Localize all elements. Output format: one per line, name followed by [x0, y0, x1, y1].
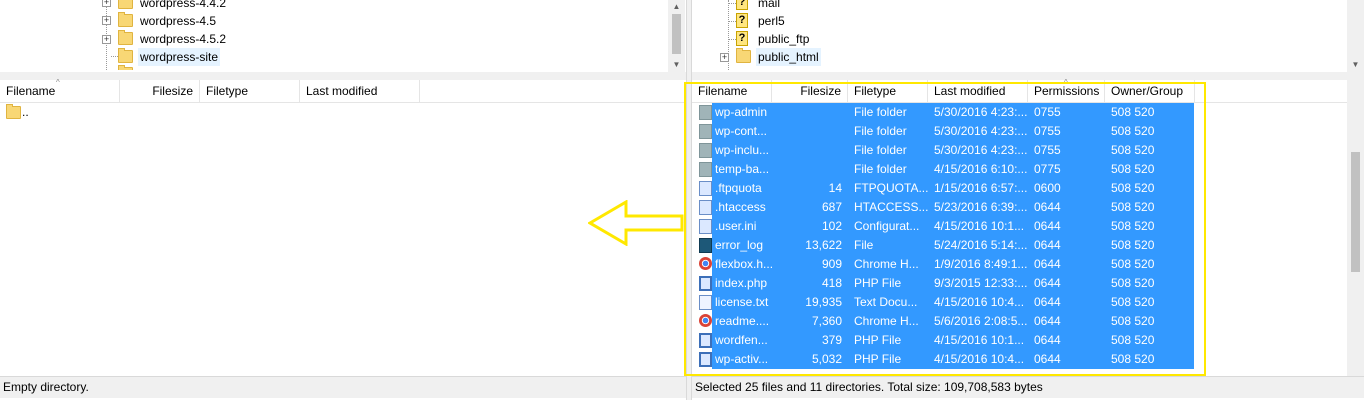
- column-header-filename[interactable]: Filename: [0, 80, 120, 102]
- column-header-last-modified[interactable]: Last modified: [300, 80, 420, 102]
- column-header-filesize[interactable]: Filesize: [120, 80, 200, 102]
- scroll-down-arrow-icon[interactable]: ▼: [668, 56, 685, 73]
- tree-guide-line: [728, 21, 736, 22]
- remote-tree-scrollbar[interactable]: ▼: [1347, 0, 1364, 72]
- folder-icon: [118, 0, 133, 9]
- folder-icon: [736, 48, 751, 63]
- remote-status-bar: Selected 25 files and 11 directories. To…: [692, 376, 1364, 398]
- folder-icon: [118, 30, 133, 45]
- expand-plus-icon[interactable]: +: [102, 35, 111, 44]
- scrollbar-thumb[interactable]: [672, 14, 681, 54]
- horizontal-splitter[interactable]: [0, 72, 1364, 80]
- remote-list-scrollbar[interactable]: [1347, 80, 1364, 376]
- left-arrow-icon: [588, 200, 684, 246]
- remote-directory-tree[interactable]: ? mail ? perl5 ? public_ftp + public_htm…: [692, 0, 1358, 70]
- unknown-folder-icon: ?: [736, 0, 748, 10]
- folder-icon: [118, 48, 133, 63]
- scroll-down-arrow-icon[interactable]: ▼: [1347, 56, 1364, 73]
- local-status-bar: Empty directory.: [0, 376, 686, 398]
- expand-plus-icon[interactable]: +: [102, 0, 111, 7]
- expand-plus-icon[interactable]: +: [102, 16, 111, 25]
- tree-guide-line: [111, 56, 118, 57]
- highlight-box: [684, 82, 1206, 376]
- column-header-filetype[interactable]: Filetype: [200, 80, 300, 102]
- tree-guide-line: [728, 3, 736, 4]
- unknown-folder-icon: ?: [736, 31, 748, 46]
- scrollbar-thumb[interactable]: [1351, 152, 1360, 272]
- unknown-folder-icon: ?: [736, 13, 748, 28]
- folder-icon: [6, 104, 21, 119]
- local-tree-scrollbar[interactable]: ▲ ▼: [668, 0, 685, 72]
- folder-icon: [118, 12, 133, 27]
- scroll-up-arrow-icon[interactable]: ▲: [668, 0, 685, 15]
- expand-plus-icon[interactable]: +: [720, 53, 729, 62]
- folder-icon: [118, 65, 133, 70]
- local-directory-tree[interactable]: wordpress-4.4.2 + wordpress-4.5 + wordpr…: [0, 0, 668, 70]
- local-list-header: ^ Filename Filesize Filetype Last modifi…: [0, 78, 686, 103]
- tree-guide-line: [728, 39, 736, 40]
